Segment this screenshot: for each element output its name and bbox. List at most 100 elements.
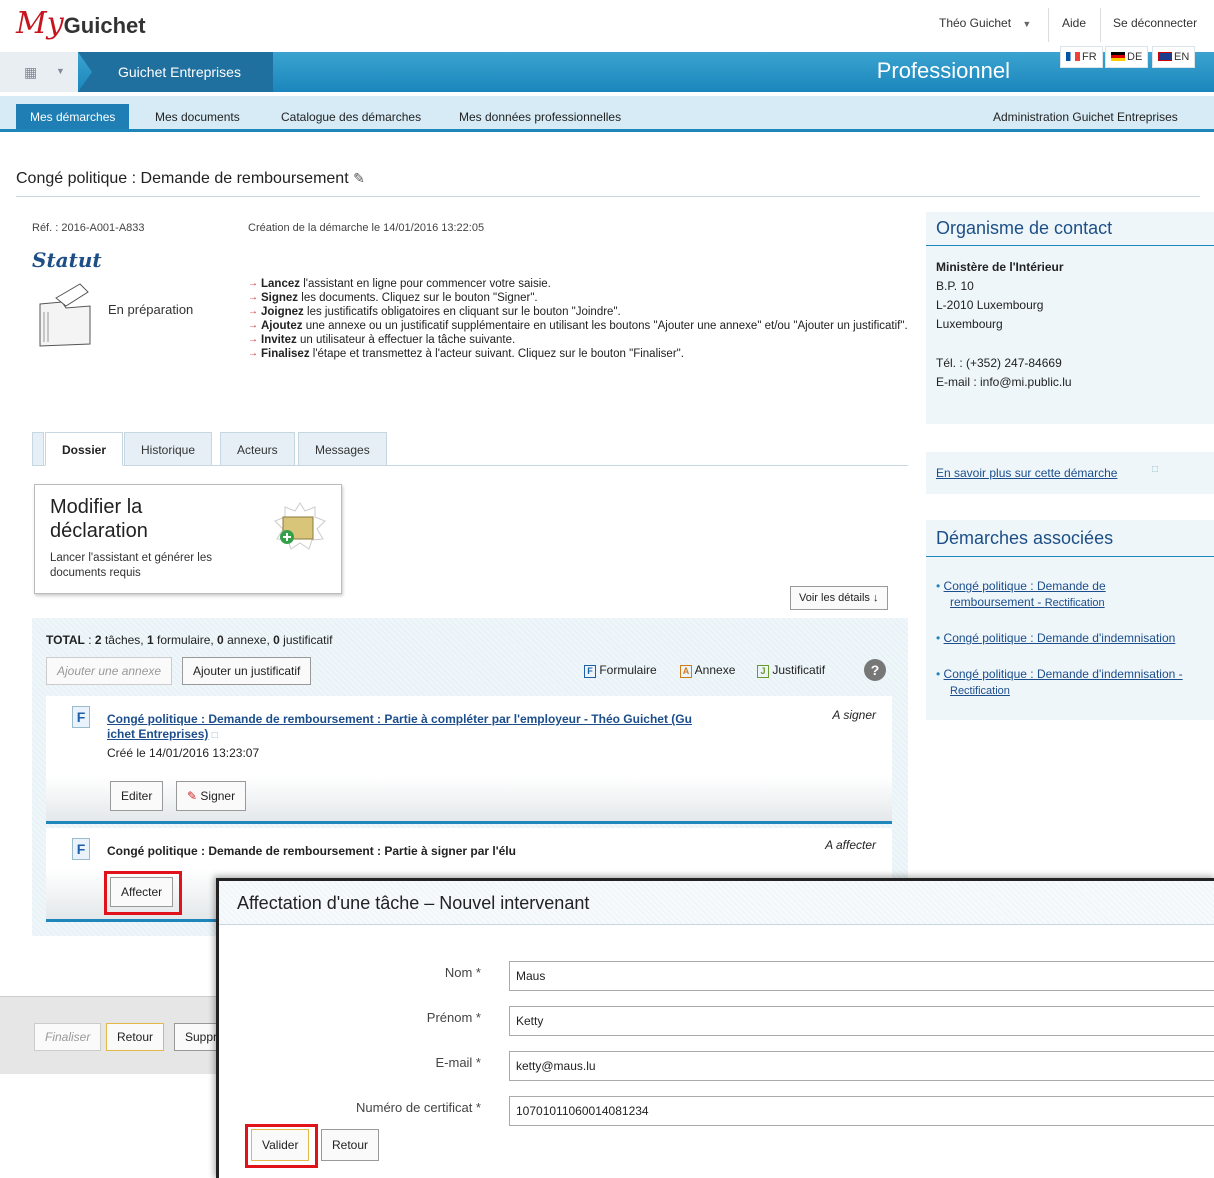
associated-panel: Démarches associées • Congé politique : … <box>926 520 1214 720</box>
assign-task-dialog: Affectation d'une tâche – Nouvel interve… <box>216 878 1214 1178</box>
arrow-down-icon: ↓ <box>873 592 879 604</box>
nom-field[interactable] <box>509 961 1214 991</box>
menu-mes-demarches[interactable]: Mes démarches <box>16 104 130 129</box>
help-link[interactable]: Aide <box>1062 16 1086 30</box>
logo[interactable]: MyGuichet <box>16 6 146 44</box>
list-item: Joignez les justificatifs obligatoires e… <box>248 305 908 319</box>
help-icon[interactable]: ? <box>864 659 886 681</box>
pencil-icon[interactable]: ✎ <box>353 170 365 186</box>
divider <box>1100 8 1101 42</box>
statut-value: En préparation <box>108 302 194 317</box>
tab-messages[interactable]: Messages <box>298 432 387 466</box>
flag-en-icon <box>1158 52 1172 61</box>
tab-acteurs[interactable]: Acteurs <box>220 432 295 466</box>
task-status: A signer <box>832 708 876 722</box>
menu-donnees-pro[interactable]: Mes données professionnelles <box>445 104 635 129</box>
retour-button[interactable]: Retour <box>106 1023 165 1051</box>
page-title: Congé politique : Demande de rembourseme… <box>16 170 365 187</box>
grid-icon: ▦ <box>24 64 38 80</box>
contact-panel: Organisme de contact Ministère de l'Inté… <box>926 212 1214 424</box>
email-label: E-mail * <box>435 1055 481 1070</box>
divider <box>1048 8 1049 42</box>
menu-admin[interactable]: Administration Guichet Entreprises <box>979 104 1192 129</box>
tab-dossier[interactable]: Dossier <box>45 432 124 466</box>
finaliser-button[interactable]: Finaliser <box>34 1023 102 1051</box>
annexe-icon: A <box>680 665 692 678</box>
contact-title: Organisme de contact <box>936 218 1113 238</box>
email-field[interactable] <box>509 1051 1214 1081</box>
total-summary: TOTAL : 2 tâches, 1 formulaire, 0 annexe… <box>46 633 333 647</box>
associated-item[interactable]: • Congé politique : Demande de remboursem… <box>936 578 1206 611</box>
validate-button[interactable]: Valider <box>251 1129 310 1161</box>
steps-list: Lancez l'assistant en ligne pour commenc… <box>248 277 908 361</box>
more-info-link[interactable]: En savoir plus sur cette démarche <box>936 466 1117 480</box>
logout-link[interactable]: Se déconnecter <box>1113 16 1197 30</box>
external-link-icon: □ <box>1152 464 1159 475</box>
apps-menu-button[interactable]: ▦ ▼ <box>0 52 78 92</box>
list-item: Invitez un utilisateur à effectuer la tâ… <box>248 333 908 347</box>
certificate-label: Numéro de certificat * <box>356 1100 481 1115</box>
task-row: F Congé politique : Demande de rembourse… <box>46 696 892 824</box>
chevron-down-icon: ▼ <box>56 66 65 76</box>
reference: Réf. : 2016-A001-A833 <box>32 222 145 234</box>
flag-fr-icon <box>1066 52 1080 61</box>
divider <box>16 196 1200 197</box>
card-desc: Lancer l'assistant et générer les documen… <box>50 552 213 579</box>
modify-declaration-card[interactable]: Modifier la déclaration Lancer l'assistan… <box>34 484 342 594</box>
card-title: Modifier la déclaration <box>50 496 148 542</box>
back-button[interactable]: Retour <box>321 1129 380 1161</box>
sign-button[interactable]: ✎ Signer <box>176 781 247 811</box>
task-status: A affecter <box>825 838 876 852</box>
menu-mes-documents[interactable]: Mes documents <box>141 104 254 129</box>
associated-item[interactable]: • Congé politique : Demande d'indemnisat… <box>936 666 1183 699</box>
user-menu[interactable]: Théo Guichet ▼ <box>939 16 1031 30</box>
justificatif-icon: J <box>757 665 769 678</box>
add-annexe-button[interactable]: Ajouter une annexe <box>46 657 173 685</box>
tab-spacer <box>32 432 44 466</box>
external-link-icon: □ <box>211 730 218 741</box>
flag-de-icon <box>1111 52 1125 61</box>
creation-date: Création de la démarche le 14/01/2016 13… <box>248 222 485 234</box>
space-title: Professionnel <box>876 58 1010 83</box>
associated-title: Démarches associées <box>936 528 1114 548</box>
nom-label: Nom * <box>444 965 481 980</box>
app-name[interactable]: Guichet Entreprises <box>78 52 273 92</box>
add-justificatif-button[interactable]: Ajouter un justificatif <box>182 657 312 685</box>
prenom-label: Prénom * <box>426 1010 481 1025</box>
dialog-title: Affectation d'une tâche – Nouvel interve… <box>237 893 590 913</box>
signature-icon: ✎ <box>187 789 198 803</box>
associated-item[interactable]: • Congé politique : Demande d'indemnisat… <box>936 630 1175 646</box>
divider <box>926 245 1214 246</box>
edit-button[interactable]: Editer <box>110 781 164 811</box>
formulaire-icon: F <box>584 665 596 678</box>
list-item: Ajoutez une annexe ou un justificatif su… <box>248 319 908 333</box>
list-item: Lancez l'assistant en ligne pour commenc… <box>248 277 908 291</box>
lang-fr[interactable]: FR <box>1060 46 1103 68</box>
details-button[interactable]: Voir les détails ↓ <box>790 586 888 610</box>
lang-de[interactable]: DE <box>1105 46 1149 68</box>
tab-bar: Dossier Historique Acteurs Messages <box>32 432 908 466</box>
dialog-header: Affectation d'une tâche – Nouvel interve… <box>219 881 1214 925</box>
more-info-panel: En savoir plus sur cette démarche □ <box>926 452 1214 494</box>
list-item: Finalisez l'étape et transmettez à l'act… <box>248 347 908 361</box>
chevron-down-icon: ▼ <box>1022 19 1032 29</box>
task-title-link[interactable]: Congé politique : Demande de rembourseme… <box>107 712 707 743</box>
task-title: Congé politique : Demande de rembourseme… <box>107 844 516 858</box>
formulaire-icon: F <box>72 706 90 728</box>
legend-justificatif: J Justificatif <box>757 663 825 678</box>
task-toolbar: Editer ✎ Signer <box>46 777 892 821</box>
task-created: Créé le 14/01/2016 13:23:07 <box>107 746 260 760</box>
menu-catalogue[interactable]: Catalogue des démarches <box>267 104 435 129</box>
certificate-field[interactable] <box>509 1096 1214 1126</box>
assign-button[interactable]: Affecter <box>110 877 174 907</box>
contact-address: Ministère de l'Intérieur B.P. 10 L-2010 Lu… <box>936 260 1064 331</box>
statut-title: Statut <box>32 248 102 272</box>
prenom-field[interactable] <box>509 1006 1214 1036</box>
bottom-action-bar: Finaliser Retour Suppr <box>0 996 234 1074</box>
add-folder-icon <box>273 501 327 551</box>
lang-en[interactable]: EN <box>1152 46 1196 68</box>
list-item: Signez les documents. Cliquez sur le bou… <box>248 291 908 305</box>
tab-historique[interactable]: Historique <box>124 432 213 466</box>
folder-icon <box>36 282 94 348</box>
divider <box>926 556 1214 557</box>
